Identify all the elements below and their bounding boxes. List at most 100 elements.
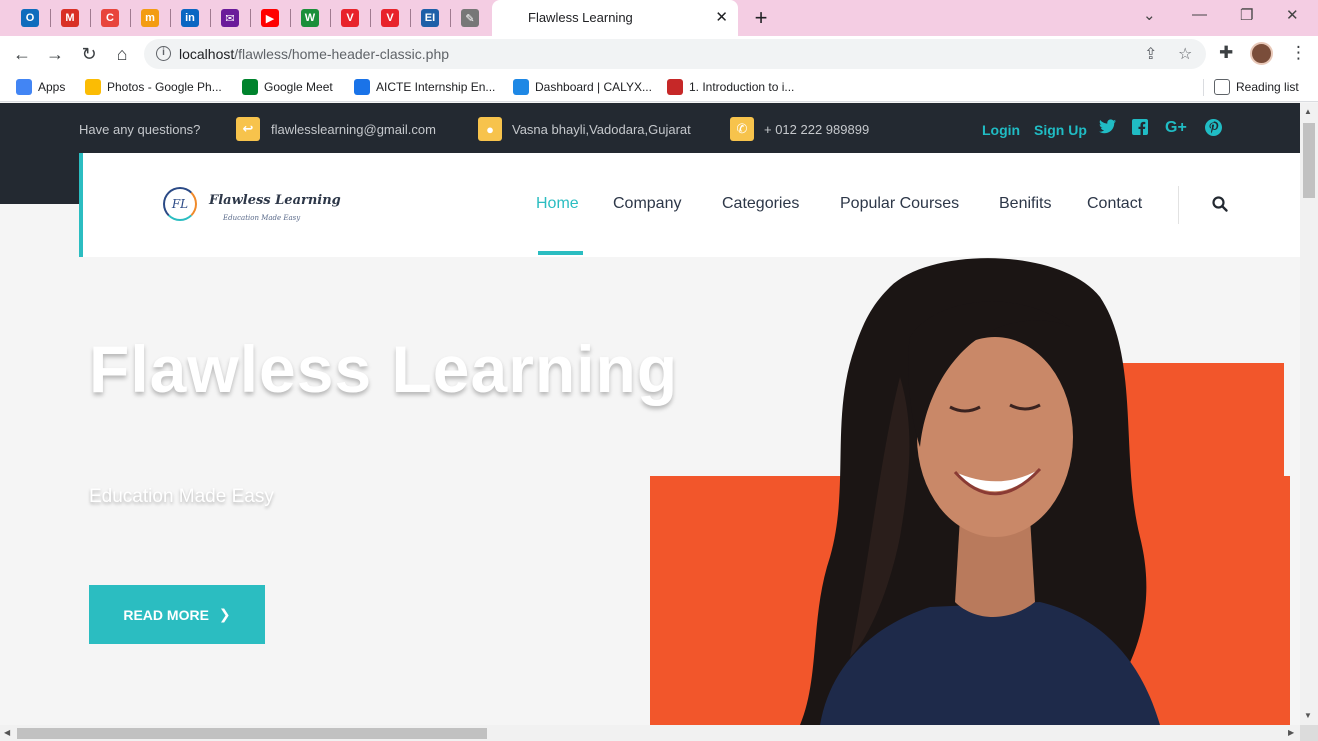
mail-tab[interactable]: ✉ [212,4,248,32]
new-tab-button[interactable]: + [748,5,774,31]
menu-kebab-icon[interactable]: ⋮ [1290,43,1307,63]
bookmark-item[interactable]: Dashboard | CALYX... [513,79,652,95]
tab-separator [90,9,91,27]
bookmark-item[interactable]: AICTE Internship En... [354,79,495,95]
feather-icon: ✎ [461,9,479,27]
w-logo-icon: W [301,9,319,27]
menu-company[interactable]: Company [613,195,681,213]
menu-home[interactable]: Home [536,195,579,213]
bookmark-label: AICTE Internship En... [376,80,496,94]
profile-avatar[interactable] [1250,42,1273,65]
google-plus-icon[interactable]: G+ [1165,119,1187,137]
scrollbar-corner [1300,725,1318,741]
read-more-label: READ MORE [123,606,209,623]
canva-tab[interactable]: C [92,4,128,32]
menu-popular-courses[interactable]: Popular Courses [840,195,959,213]
bookmark-item[interactable]: Apps [16,79,65,95]
v-logo-icon: V [341,9,359,27]
horizontal-scrollbar[interactable]: ◀ ▶ [0,725,1300,741]
tab-separator [50,9,51,27]
tab-separator [250,9,251,27]
menu-contact[interactable]: Contact [1087,195,1142,213]
topbar-accent-block [0,153,79,204]
v-tab-2[interactable]: V [372,4,408,32]
logo-tagline: Education Made Easy [223,214,301,222]
chevron-right-icon: ❯ [218,606,231,622]
outlook-tab[interactable]: O [12,4,48,32]
phone-icon: ✆ [730,117,754,141]
restore-button[interactable]: ❐ [1240,6,1253,24]
close-window-button[interactable]: ✕ [1286,6,1299,24]
logo-mark[interactable]: FL [163,187,197,221]
forward-arrow-icon[interactable]: → [43,42,67,66]
site-navbar: FL Flawless Learning Education Made Easy… [79,153,1300,257]
active-tab[interactable]: Flawless Learning ✕ [492,0,738,36]
v-logo-icon: V [381,9,399,27]
m-tab[interactable]: m [132,4,168,32]
bookmark-label: 1. Introduction to i... [689,80,795,94]
vertical-scroll-thumb[interactable] [1303,123,1315,198]
google-photos-icon [85,79,101,95]
browser-tab-strip: O M Cm in ✉ ▶ W V V EI ✎ Flawless Learning ✕ + ⌄ —… [0,0,1318,36]
back-arrow-icon[interactable]: ← [10,42,34,66]
reply-arrow-icon: ↩ [236,117,260,141]
reading-list-icon [1214,79,1230,95]
page-viewport: Have any questions? ↩ flawlesslearning@g… [0,103,1300,725]
minimize-button[interactable]: — [1192,6,1207,23]
search-icon[interactable] [1211,195,1229,213]
reading-list-button[interactable]: Reading list [1214,79,1299,95]
close-tab-icon[interactable]: ✕ [715,8,728,26]
scroll-left-arrow-icon[interactable]: ◀ [4,728,10,737]
url-text: localhost/flawless/home-header-classic.p… [179,46,449,62]
phone-link[interactable]: + 012 222 989899 [764,122,869,137]
scroll-up-arrow-icon[interactable]: ▲ [1304,107,1312,116]
extensions-puzzle-icon[interactable]: ✚ [1219,43,1233,63]
bookmark-item[interactable]: Photos - Google Ph... [85,79,222,95]
ei-tab[interactable]: EI [412,4,448,32]
location-pin-icon: ● [478,117,502,141]
menu-benifits[interactable]: Benifits [999,195,1051,213]
email-link[interactable]: flawlesslearning@gmail.com [271,122,436,137]
facebook-icon[interactable] [1132,119,1148,140]
home-icon[interactable]: ⌂ [110,42,134,66]
read-more-button[interactable]: READ MORE ❯ [89,585,265,644]
vertical-scrollbar[interactable]: ▲ ▼ [1300,103,1318,725]
tab-title: Flawless Learning [528,10,633,25]
scroll-right-arrow-icon[interactable]: ▶ [1288,728,1294,737]
url-host: localhost [179,46,235,62]
login-link[interactable]: Login [982,122,1020,138]
v-tab-1[interactable]: V [332,4,368,32]
url-path: /flawless/home-header-classic.php [234,46,450,62]
menu-categories[interactable]: Categories [722,195,799,213]
pinterest-icon[interactable] [1205,119,1222,141]
apps-grid-icon [16,79,32,95]
tab-separator [450,9,451,27]
logo-name[interactable]: Flawless Learning [209,193,341,208]
w-tab[interactable]: W [292,4,328,32]
horizontal-scroll-thumb[interactable] [17,728,487,739]
linkedin-tab[interactable]: in [172,4,208,32]
bookmark-label: Dashboard | CALYX... [535,80,652,94]
gmail-icon: M [61,9,79,27]
address-bar[interactable]: i localhost/flawless/home-header-classic… [144,39,1206,69]
bookmark-item[interactable]: Google Meet [242,79,333,95]
tab-search-chevron-icon[interactable]: ⌄ [1143,6,1156,24]
tab-separator [410,9,411,27]
youtube-tab[interactable]: ▶ [252,4,288,32]
gmail-tab[interactable]: M [52,4,88,32]
signup-link[interactable]: Sign Up [1034,122,1087,138]
bookmark-item[interactable]: 1. Introduction to i... [667,79,794,95]
scroll-down-arrow-icon[interactable]: ▼ [1304,711,1312,720]
menu-active-indicator [538,251,583,255]
bookmark-label: Apps [38,80,66,94]
menu-divider [1178,186,1179,224]
bookmark-star-icon[interactable]: ☆ [1178,44,1192,64]
share-icon[interactable]: ⇪ [1144,44,1157,64]
site-info-icon[interactable]: i [156,46,171,61]
google-meet-icon [242,79,258,95]
bookmark-label: Photos - Google Ph... [107,80,222,94]
reload-icon[interactable]: ↻ [77,42,101,66]
feather-tab[interactable]: ✎ [452,4,488,32]
twitter-icon[interactable] [1099,119,1116,139]
envelope-icon: ✉ [221,9,239,27]
